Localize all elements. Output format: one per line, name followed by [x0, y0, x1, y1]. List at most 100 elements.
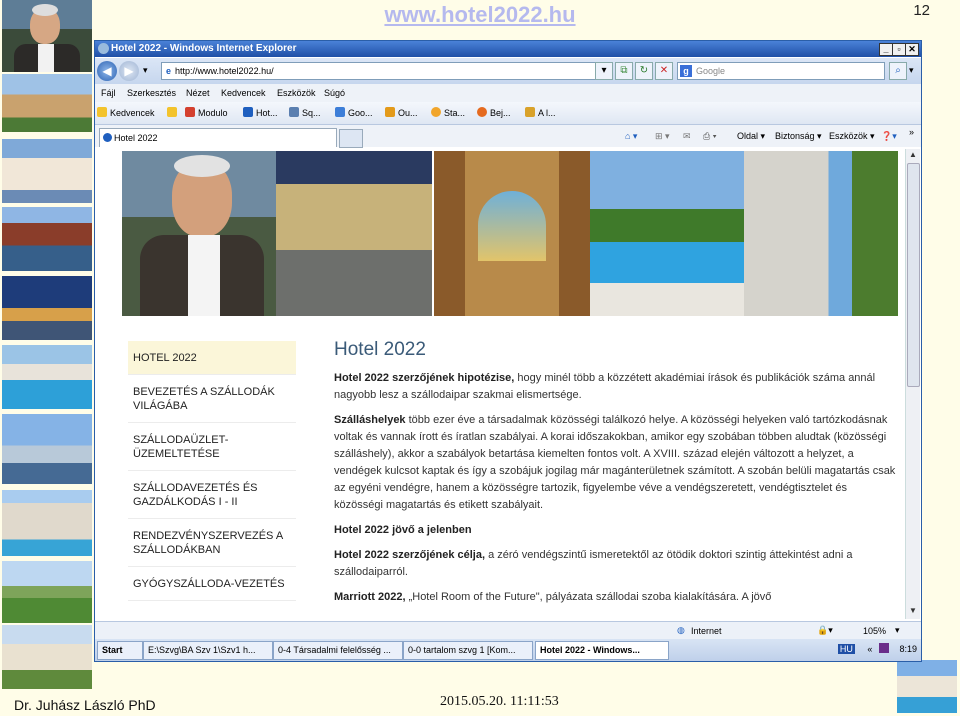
- page-menu[interactable]: Oldal ▾: [737, 131, 765, 142]
- fav-link-3[interactable]: Sq...: [289, 107, 321, 118]
- fav-link-8[interactable]: A l...: [525, 107, 556, 118]
- status-bar: ◍ Internet 🔒▾ 105% ▾: [95, 621, 921, 640]
- task-label: E:\Szvg\BA Szv 1\Szv1 h...: [148, 645, 256, 655]
- fav-link-6[interactable]: Sta...: [431, 107, 465, 118]
- address-field[interactable]: e http://www.hotel2022.hu/: [161, 62, 607, 80]
- banner-author-photo: [122, 151, 276, 316]
- vertical-scrollbar[interactable]: ▲ ▼: [905, 149, 920, 619]
- back-button[interactable]: ◀: [97, 61, 117, 81]
- tray-app-icon[interactable]: [878, 643, 889, 653]
- star-icon: [97, 107, 107, 117]
- nav-intro[interactable]: BEVEZETÉS A SZÁLLODÁK VILÁGÁBA: [128, 375, 296, 423]
- minimize-button[interactable]: _: [879, 43, 893, 56]
- menu-tools[interactable]: Eszközök: [277, 88, 316, 98]
- menu-favorites[interactable]: Kedvencek: [221, 88, 266, 98]
- hotel-photo-9: [2, 625, 92, 689]
- task-ie[interactable]: Hotel 2022 - Windows...: [535, 641, 669, 660]
- zoom-dropdown-icon[interactable]: ▾: [895, 625, 900, 636]
- tab-title: Hotel 2022: [114, 133, 158, 143]
- zoom-label[interactable]: 105%: [863, 626, 886, 636]
- accommodation-text: több ezer éve a társadalmak közösségi ta…: [334, 414, 896, 511]
- fav-link-1[interactable]: Modulo: [185, 107, 228, 118]
- search-input[interactable]: g Google: [677, 62, 885, 80]
- toolbar-overflow-icon[interactable]: »: [909, 127, 914, 137]
- nav-spa-hotel[interactable]: GYÓGYSZÁLLODA-VEZETÉS: [128, 567, 296, 601]
- marriott-bold: Marriott 2022,: [334, 591, 406, 603]
- help-icon[interactable]: ❓▾: [881, 131, 897, 142]
- clock[interactable]: 8:19: [899, 644, 917, 654]
- main-article: Hotel 2022 Hotel 2022 szerzőjének hipoté…: [334, 340, 898, 614]
- compatibility-icon[interactable]: ⧉: [615, 62, 633, 80]
- sub-heading-text: Hotel 2022 jövő a jelenben: [334, 524, 472, 536]
- scroll-down-icon[interactable]: ▼: [907, 605, 919, 617]
- new-tab-button[interactable]: [339, 129, 363, 148]
- hotel-photo-1: [2, 74, 92, 132]
- slide-datetime: 2015.05.20. 11:11:53: [440, 694, 559, 709]
- add-favorite-icon[interactable]: [167, 107, 180, 118]
- menu-edit[interactable]: Szerkesztés: [127, 88, 176, 98]
- menu-file[interactable]: Fájl: [101, 88, 116, 98]
- zone-label: Internet: [691, 626, 722, 636]
- hotel-photo-4: [2, 276, 92, 340]
- fav-label: Hot...: [256, 108, 278, 118]
- history-dropdown-icon[interactable]: ▾: [143, 65, 148, 76]
- nav-events[interactable]: RENDEZVÉNYSZERVEZÉS A SZÁLLODÁKBAN: [128, 519, 296, 567]
- nav-hotel-2022[interactable]: HOTEL 2022: [128, 341, 296, 375]
- accommodation-bold: Szálláshelyek: [334, 414, 406, 426]
- ie-page-icon: e: [166, 66, 172, 76]
- maximize-button[interactable]: ▫: [892, 43, 906, 56]
- fav-label: Bej...: [490, 108, 511, 118]
- scroll-thumb[interactable]: [907, 163, 920, 387]
- nav-hotel-operations[interactable]: SZÁLLODAÜZLET-ÜZEMELTETÉSE: [128, 423, 296, 471]
- marriott-text: „Hotel Room of the Future", pályázata sz…: [405, 591, 772, 603]
- favorites-button[interactable]: Kedvencek: [97, 107, 155, 118]
- fav-link-2[interactable]: Hot...: [243, 107, 278, 118]
- fav-label: Sta...: [444, 108, 466, 118]
- fav-link-7[interactable]: Bej...: [477, 107, 511, 118]
- safety-menu[interactable]: Biztonság ▾: [775, 131, 822, 142]
- task-ppt-2[interactable]: 0-0 tartalom szvg 1 [Kom...: [403, 641, 533, 660]
- start-button[interactable]: Start: [97, 641, 143, 660]
- home-icon[interactable]: ⌂ ▾: [625, 131, 637, 142]
- favorites-label: Kedvencek: [110, 108, 155, 118]
- search-options-icon[interactable]: ▾: [909, 65, 914, 76]
- address-bar: ◀ ▶ ▾ e http://www.hotel2022.hu/ ▾ ⧉ ↻ ✕ …: [95, 58, 921, 84]
- sun-icon: [431, 107, 441, 117]
- forward-button[interactable]: ▶: [119, 61, 139, 81]
- window-title: Hotel 2022 - Windows Internet Explorer: [111, 43, 297, 54]
- fav-link-5[interactable]: Ou...: [385, 107, 418, 118]
- task-ppt-1[interactable]: 0-4 Társadalmi felelősség ...: [273, 641, 403, 660]
- protected-mode-icon[interactable]: 🔒▾: [817, 625, 833, 636]
- address-dropdown-button[interactable]: ▾: [595, 62, 613, 80]
- task-label: 0-0 tartalom szvg 1 [Kom...: [408, 645, 516, 655]
- hotel-photo-8: [2, 561, 92, 623]
- link-icon: [525, 107, 535, 117]
- close-button[interactable]: ✕: [905, 43, 919, 56]
- tab-hotel-2022[interactable]: Hotel 2022: [99, 128, 337, 147]
- slide-number: 12: [913, 2, 930, 19]
- page-icon: [243, 107, 253, 117]
- goal-bold: Hotel 2022 szerzőjének célja,: [334, 549, 486, 561]
- scroll-up-icon[interactable]: ▲: [907, 149, 919, 161]
- language-indicator[interactable]: HU: [837, 644, 855, 654]
- print-icon[interactable]: ⎙ ▾: [703, 131, 716, 142]
- nav-hotel-management[interactable]: SZÁLLODAVEZETÉS ÉS GAZDÁLKODÁS I - II: [128, 471, 296, 519]
- menu-help[interactable]: Súgó: [324, 88, 345, 98]
- rss-icon[interactable]: ⊞ ▾: [655, 131, 670, 142]
- sq-icon: [289, 107, 299, 117]
- sub-heading: Hotel 2022 jövő a jelenben: [334, 522, 898, 539]
- site-nav: HOTEL 2022 BEVEZETÉS A SZÁLLODÁK VILÁGÁB…: [128, 341, 296, 601]
- fav-link-4[interactable]: Goo...: [335, 107, 373, 118]
- refresh-icon[interactable]: ↻: [635, 62, 653, 80]
- menu-view[interactable]: Nézet: [186, 88, 210, 98]
- search-icon[interactable]: ⌕: [889, 62, 907, 80]
- google-fav-icon: [335, 107, 345, 117]
- tray-expand-icon[interactable]: «: [867, 644, 872, 654]
- tools-menu[interactable]: Eszközök ▾: [829, 131, 875, 142]
- task-explorer[interactable]: E:\Szvg\BA Szv 1\Szv1 h...: [143, 641, 273, 660]
- fav-label: A l...: [538, 108, 556, 118]
- stop-icon[interactable]: ✕: [655, 62, 673, 80]
- author-photo: [2, 0, 92, 72]
- site-url-title[interactable]: www.hotel2022.hu: [330, 2, 630, 28]
- mail-icon[interactable]: ✉: [683, 131, 691, 142]
